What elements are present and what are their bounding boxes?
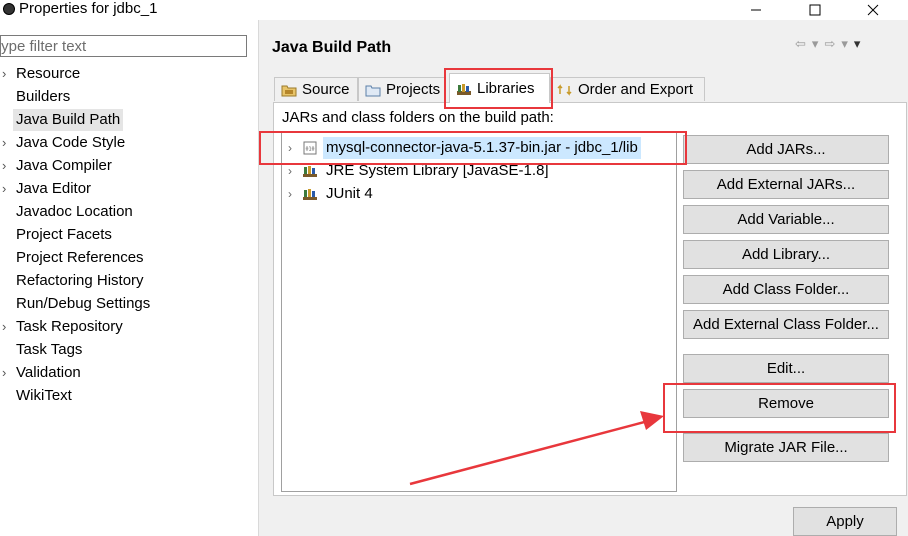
nav-item-resource[interactable]: › Resource: [0, 63, 258, 86]
page-title: Java Build Path: [272, 39, 392, 56]
nav-item-label: Java Code Style: [16, 134, 126, 151]
minimize-icon: [751, 9, 761, 11]
close-icon: [867, 4, 879, 16]
migrate-jar-button[interactable]: Migrate JAR File...: [683, 433, 889, 462]
tab-label: Order and Export: [578, 81, 694, 98]
tab-projects[interactable]: Projects: [358, 77, 446, 101]
back-arrow-icon[interactable]: ⇦: [795, 36, 806, 52]
add-class-folder-button[interactable]: Add Class Folder...: [683, 275, 889, 304]
nav-item-label: Project Facets: [16, 226, 112, 243]
nav-item-builders[interactable]: Builders: [0, 86, 258, 109]
remove-button[interactable]: Remove: [683, 389, 889, 418]
nav-item-wikitext[interactable]: WikiText: [0, 385, 258, 408]
nav-item-java-compiler[interactable]: › Java Compiler: [0, 155, 258, 178]
entry-label: mysql-connector-java-5.1.37-bin.jar - jd…: [323, 137, 641, 159]
expand-arrow-icon[interactable]: ›: [2, 362, 12, 384]
nav-item-label: Project References: [16, 249, 144, 266]
add-external-class-folder-button[interactable]: Add External Class Folder...: [683, 310, 889, 339]
edit-button[interactable]: Edit...: [683, 354, 889, 383]
nav-item-java-build-path[interactable]: Java Build Path: [0, 109, 258, 132]
nav-item-label: Task Tags: [16, 341, 83, 358]
nav-item-label: Task Repository: [16, 318, 123, 335]
nav-item-project-references[interactable]: Project References: [0, 247, 258, 270]
add-external-jars-button[interactable]: Add External JARs...: [683, 170, 889, 199]
add-variable-button[interactable]: Add Variable...: [683, 205, 889, 234]
source-folder-icon: [281, 85, 297, 96]
nav-item-label: Refactoring History: [16, 272, 144, 289]
projects-icon: [365, 85, 381, 96]
expand-arrow-icon[interactable]: ›: [288, 160, 292, 182]
add-jars-button[interactable]: Add JARs...: [683, 135, 889, 164]
filter-input[interactable]: [0, 35, 247, 57]
window-title: Properties for jdbc_1: [19, 0, 158, 17]
tab-label: Source: [302, 81, 350, 98]
nav-item-project-facets[interactable]: Project Facets: [0, 224, 258, 247]
expand-arrow-icon[interactable]: ›: [2, 63, 12, 85]
nav-item-label: Resource: [16, 65, 81, 82]
build-path-label: JARs and class folders on the build path…: [282, 109, 554, 126]
nav-item-task-repository[interactable]: › Task Repository: [0, 316, 258, 339]
libraries-icon: [457, 83, 471, 95]
forward-dropdown-icon[interactable]: ▾: [841, 36, 848, 52]
tab-libraries[interactable]: Libraries: [449, 73, 550, 103]
nav-item-validation[interactable]: › Validation: [0, 362, 258, 385]
jar-file-icon: 010: [303, 141, 317, 155]
nav-item-label: Run/Debug Settings: [16, 295, 151, 312]
back-dropdown-icon[interactable]: ▾: [812, 36, 819, 52]
tab-order-and-export[interactable]: Order and Export: [550, 77, 705, 101]
tab-label: Libraries: [477, 80, 535, 97]
view-menu-icon[interactable]: ▾: [854, 36, 861, 52]
nav-item-run-debug-settings[interactable]: Run/Debug Settings: [0, 293, 258, 316]
nav-item-label: Builders: [16, 88, 71, 105]
minimize-button[interactable]: [733, 0, 779, 20]
apply-button[interactable]: Apply: [793, 507, 897, 536]
expand-arrow-icon[interactable]: ›: [288, 183, 292, 205]
library-icon: [303, 189, 317, 200]
entry-label: JUnit 4: [326, 185, 373, 202]
nav-item-label: WikiText: [16, 387, 72, 404]
tab-label: Projects: [386, 81, 441, 98]
order-export-icon: [557, 83, 572, 96]
forward-arrow-icon[interactable]: ⇨: [824, 36, 835, 52]
expand-arrow-icon[interactable]: ›: [2, 316, 12, 338]
library-icon: [303, 166, 317, 177]
history-navigation: ⇦ ▾ ⇨ ▾ ▾: [795, 36, 860, 52]
nav-item-refactoring-history[interactable]: Refactoring History: [0, 270, 258, 293]
expand-arrow-icon[interactable]: ›: [288, 137, 292, 159]
nav-item-label: Javadoc Location: [16, 203, 133, 220]
nav-item-javadoc-location[interactable]: Javadoc Location: [0, 201, 258, 224]
nav-item-label: Validation: [16, 364, 81, 381]
svg-text:010: 010: [306, 147, 315, 153]
expand-arrow-icon[interactable]: ›: [2, 155, 12, 177]
nav-item-java-code-style[interactable]: › Java Code Style: [0, 132, 258, 155]
nav-item-label: Java Build Path: [13, 109, 124, 131]
nav-item-java-editor[interactable]: › Java Editor: [0, 178, 258, 201]
entry-label: JRE System Library [JavaSE-1.8]: [326, 162, 549, 179]
maximize-icon: [809, 4, 821, 16]
nav-item-label: Java Compiler: [16, 157, 112, 174]
expand-arrow-icon[interactable]: ›: [2, 178, 12, 200]
add-library-button[interactable]: Add Library...: [683, 240, 889, 269]
nav-item-label: Java Editor: [16, 180, 92, 197]
tab-source[interactable]: Source: [274, 77, 358, 101]
maximize-button[interactable]: [792, 0, 838, 20]
eclipse-app-icon: [3, 3, 15, 15]
nav-item-task-tags[interactable]: Task Tags: [0, 339, 258, 362]
panel-splitter[interactable]: [258, 20, 259, 536]
close-button[interactable]: [850, 0, 896, 20]
expand-arrow-icon[interactable]: ›: [2, 132, 12, 154]
